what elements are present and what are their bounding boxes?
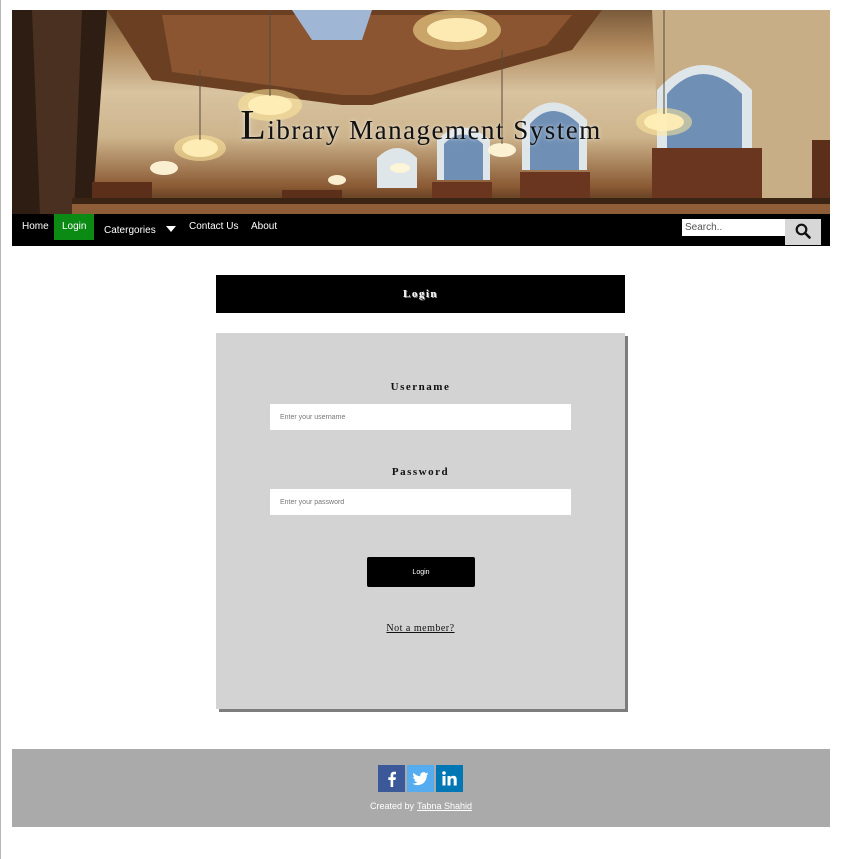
username-field[interactable]: [270, 404, 571, 430]
signup-link[interactable]: Not a member?: [216, 623, 625, 634]
facebook-icon: [387, 771, 396, 787]
nav-home[interactable]: Home: [14, 214, 57, 240]
password-label: Password: [391, 466, 450, 478]
linkedin-link[interactable]: [436, 765, 463, 792]
chevron-down-icon: [165, 226, 176, 233]
password-field[interactable]: [270, 489, 571, 515]
site-title-rest: ibrary Management System: [267, 115, 602, 145]
login-form: Username Password Login Not a member?: [216, 333, 625, 709]
author-link[interactable]: Tabna Shahid: [417, 801, 472, 811]
footer-credit: Created by Tabna Shahid: [12, 801, 830, 811]
login-submit-button[interactable]: Login: [367, 557, 475, 587]
nav-login[interactable]: Login: [54, 214, 94, 240]
credit-prefix: Created by: [369, 801, 414, 811]
search-input[interactable]: [682, 219, 786, 236]
twitter-link[interactable]: [407, 765, 434, 792]
search-icon: [795, 223, 811, 239]
facebook-link[interactable]: [378, 765, 405, 792]
header-banner: Library Management System: [12, 10, 830, 215]
nav-categories-label: Catergories: [104, 225, 156, 236]
twitter-icon: [412, 771, 429, 785]
search-button[interactable]: [785, 219, 821, 245]
page-border: [0, 0, 1, 859]
main-navbar: Home Login Catergories Contact Us About: [12, 214, 830, 246]
nav-categories-dropdown[interactable]: Catergories: [96, 218, 184, 244]
login-heading: Login: [216, 275, 625, 313]
page-footer: Created by Tabna Shahid: [12, 749, 830, 827]
site-title: Library Management System: [12, 102, 830, 150]
nav-contact[interactable]: Contact Us: [181, 214, 246, 240]
nav-about[interactable]: About: [243, 214, 285, 240]
linkedin-icon: [442, 771, 457, 786]
site-title-initial: L: [240, 103, 268, 149]
username-label: Username: [390, 381, 451, 393]
